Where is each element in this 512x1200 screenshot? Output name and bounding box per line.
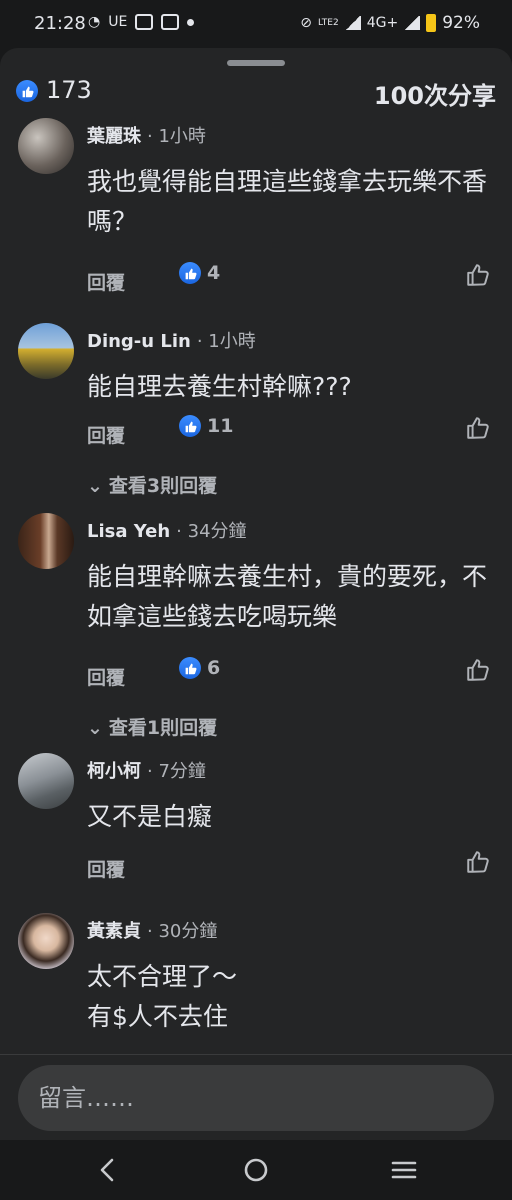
- avatar[interactable]: [18, 753, 74, 809]
- battery-icon: [426, 14, 437, 32]
- comment-item: 葉麗珠 · 1小時 我也覺得能自理這些錢拿去玩樂不香嗎？ 回覆 4: [0, 118, 512, 318]
- reaction-summary: 173 100次分享: [16, 76, 496, 112]
- like-button-icon[interactable]: [465, 415, 491, 441]
- comment-author[interactable]: 葉麗珠 · 1小時: [87, 122, 206, 148]
- messenger-icon: ◔: [88, 14, 101, 30]
- comment-item: 黃素貞 · 30分鐘 太不合理了～ 有$人不去住: [0, 913, 512, 1053]
- comment-text: 能自理去養生村幹嘛???: [87, 372, 352, 401]
- avatar[interactable]: [18, 118, 74, 174]
- reply-button[interactable]: 回覆: [87, 663, 125, 690]
- comment-item: Lisa Yeh · 34分鐘 能自理幹嘛去養生村，貴的要死，不如拿這些錢去吃喝玩…: [0, 513, 512, 743]
- comment-input-pill[interactable]: [18, 1065, 494, 1131]
- comment-item: 柯小柯 · 7分鐘 又不是白癡 回覆: [0, 753, 512, 903]
- comments-sheet: 173 100次分享 葉麗珠 · 1小時 我也覺得能自理這些錢拿去玩樂不香嗎？ 回…: [0, 48, 512, 1140]
- comment-reactions[interactable]: 11: [179, 415, 233, 437]
- comment-time: · 7分鐘: [147, 761, 206, 782]
- like-badge-icon: [179, 262, 201, 284]
- network-label: 4G+: [366, 15, 399, 31]
- battery-level: 92%: [442, 13, 480, 33]
- reaction-count: 6: [207, 657, 221, 679]
- chevron-down-icon: ⌄: [87, 475, 103, 497]
- back-icon[interactable]: [92, 1154, 124, 1186]
- drag-handle[interactable]: [227, 60, 285, 66]
- status-right-icons: ⊘ LTE2 4G+ 92%: [300, 13, 480, 33]
- comment-actions: 回覆: [87, 851, 497, 887]
- wallet-icon: [161, 14, 180, 30]
- comment-input[interactable]: [18, 1065, 494, 1131]
- comment-text: 能自理幹嘛去養生村，貴的要死，不如拿這些錢去吃喝玩樂: [87, 562, 488, 631]
- camera-icon: [135, 14, 154, 30]
- chevron-down-icon: ⌄: [87, 717, 103, 739]
- shares-count[interactable]: 100次分享: [374, 76, 496, 111]
- comment-composer: [0, 1054, 512, 1140]
- avatar[interactable]: [18, 323, 74, 379]
- reply-button[interactable]: 回覆: [87, 268, 125, 295]
- comment-time: · 30分鐘: [147, 921, 218, 942]
- comment-actions: 回覆 4: [87, 262, 497, 300]
- reply-button[interactable]: 回覆: [87, 421, 125, 448]
- home-icon[interactable]: [240, 1154, 272, 1186]
- comment-author[interactable]: 黃素貞 · 30分鐘: [87, 917, 217, 943]
- avatar[interactable]: [18, 913, 74, 969]
- reaction-count: 11: [207, 415, 234, 437]
- likes-count[interactable]: 173: [46, 76, 92, 104]
- recents-icon[interactable]: [388, 1154, 420, 1186]
- view-replies-link[interactable]: ⌄ 查看1則回覆: [87, 713, 217, 740]
- like-button-icon[interactable]: [465, 262, 491, 288]
- comment-author[interactable]: Ding-u Lin · 1小時: [87, 327, 256, 353]
- comment-actions: 回覆 6: [87, 657, 497, 695]
- status-bar: 21:28 ◔ UE ⊘ LTE2 4G+ 92%: [0, 0, 512, 48]
- comment-time: · 1小時: [196, 331, 256, 352]
- like-button-icon[interactable]: [465, 657, 491, 683]
- ue-icon: UE: [108, 14, 128, 30]
- comment-time: · 1小時: [147, 126, 206, 147]
- system-nav-bar: [0, 1140, 512, 1200]
- reaction-count: 4: [207, 262, 221, 284]
- like-badge-icon: [179, 657, 201, 679]
- status-time: 21:28: [34, 13, 86, 34]
- comment-item: Ding-u Lin · 1小時 能自理去養生村幹嘛??? 回覆 11 ⌄ 查看3則…: [0, 323, 512, 523]
- comment-text: 又不是白癡: [87, 802, 213, 831]
- status-left-icons: ◔ UE: [88, 14, 195, 30]
- comment-text: 太不合理了～ 有$人不去住: [87, 962, 238, 1031]
- like-badge-icon: [16, 80, 38, 102]
- comment-author[interactable]: 柯小柯 · 7分鐘: [87, 757, 206, 783]
- like-button-icon[interactable]: [465, 849, 491, 875]
- view-replies-link[interactable]: ⌄ 查看3則回覆: [87, 471, 217, 498]
- comment-reactions[interactable]: 4: [179, 262, 220, 284]
- mute-icon: ⊘: [300, 15, 313, 31]
- lte-label: LTE2: [318, 18, 339, 28]
- dot-icon: [187, 18, 195, 26]
- comment-actions: 回覆 11: [87, 415, 497, 453]
- comment-time: · 34分鐘: [176, 521, 247, 542]
- reply-button[interactable]: 回覆: [87, 855, 125, 882]
- comment-reactions[interactable]: 6: [179, 657, 220, 679]
- comment-text: 我也覺得能自理這些錢拿去玩樂不香嗎？: [87, 167, 488, 236]
- like-badge-icon: [179, 415, 201, 437]
- comment-author[interactable]: Lisa Yeh · 34分鐘: [87, 517, 247, 543]
- avatar[interactable]: [18, 513, 74, 569]
- signal-icon: [344, 16, 361, 30]
- signal-icon-2: [404, 16, 421, 30]
